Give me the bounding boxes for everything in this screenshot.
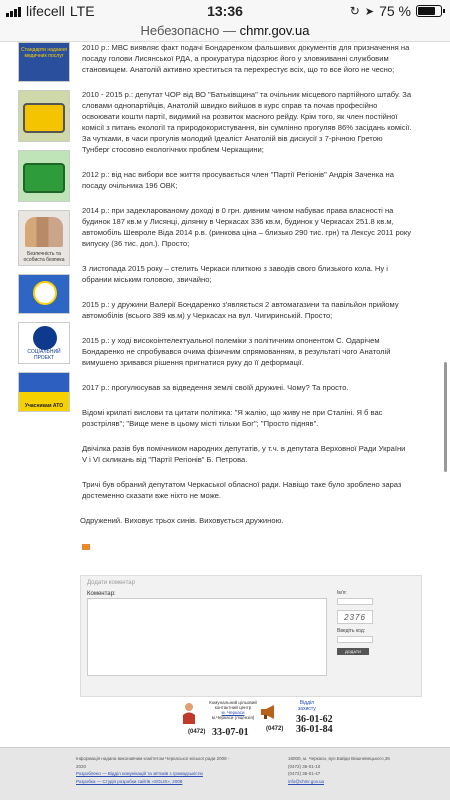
flag-icon: Учасникам АТО bbox=[24, 403, 64, 409]
article-paragraph: Тричі був обраний депутатом Черкаської о… bbox=[82, 480, 402, 500]
article-paragraph: 2015 р.: у ході високоінтелектуальної по… bbox=[82, 336, 391, 367]
url-bar[interactable]: Небезопасно — chmr.gov.ua bbox=[0, 22, 450, 42]
article-paragraph: 2010 р.: МВС виявляє факт подачі Бондаре… bbox=[82, 43, 410, 74]
sidebar-banner-medical[interactable]: Стандарти надання медичних послуг bbox=[18, 42, 70, 82]
article-paragraph: Двічілка разів був помічником народних д… bbox=[82, 444, 406, 464]
name-label: Ім'я: bbox=[337, 590, 347, 596]
comment-form: Додати коментар Коментар: Ім'я: 2376 Вве… bbox=[80, 575, 422, 697]
footer-phone: (0472) 36-01-47 bbox=[288, 771, 321, 776]
bus-icon bbox=[23, 103, 65, 133]
contact-center-label: Комунальний цільовий контактний центр м.… bbox=[209, 700, 257, 720]
captcha-input[interactable] bbox=[337, 636, 373, 643]
people-icon bbox=[25, 217, 63, 247]
social-emblem-icon bbox=[33, 326, 57, 350]
sidebar-banner-transport[interactable] bbox=[18, 90, 70, 142]
security-label: Небезопасно — bbox=[140, 23, 237, 38]
share-icon bbox=[82, 544, 90, 550]
location-icon: ➤ bbox=[364, 5, 375, 18]
article-paragraph: 2017 р.: прогулюсував за відведення земл… bbox=[82, 383, 349, 392]
share-widget[interactable] bbox=[82, 544, 90, 550]
sidebar-banner-emblem[interactable] bbox=[18, 274, 70, 314]
comment-form-side: Ім'я: 2376 Введіть код: ДОДАТИ bbox=[337, 590, 417, 655]
duty-office-numbers: 36-01-62 36-01-84 bbox=[296, 714, 333, 735]
footer-credits: Інформація надана виконавчим комітетом Ч… bbox=[76, 755, 236, 785]
rotation-lock-icon: ↻ bbox=[349, 4, 360, 18]
name-input[interactable] bbox=[337, 598, 373, 605]
sidebar-banner-social[interactable]: СОЦІАЛЬНИЙ ПРОЕКТ bbox=[18, 322, 70, 364]
duty-office-code: (0472) bbox=[266, 726, 284, 732]
url-host: chmr.gov.ua bbox=[239, 23, 310, 38]
footer-email-link[interactable]: info@chmr.gov.ua bbox=[288, 778, 428, 786]
footer-phone: (0472) 36-01-10 bbox=[288, 763, 321, 769]
contacts-block: Комунальний цільовий контактний центр м.… bbox=[178, 698, 378, 742]
battery-icon bbox=[416, 5, 445, 17]
footer-link[interactable]: Розроблено — Відділ комунікацій та зв'яз… bbox=[76, 770, 236, 778]
footer-contacts: 18000, м. Черкаси, вул.Байди Вишневецько… bbox=[288, 755, 428, 785]
green-bus-icon bbox=[23, 163, 65, 193]
article-paragraph: 2014 р.: при задекларованому доході в 0 … bbox=[82, 206, 412, 248]
sidebar-banners: Стандарти надання медичних послуг Безпеч… bbox=[18, 42, 70, 420]
person-icon bbox=[183, 703, 195, 724]
article-paragraph: 2015 р.: у дружини Валерії Бондаренко з'… bbox=[82, 300, 399, 320]
sidebar-banner-ato[interactable]: Учасникам АТО bbox=[18, 372, 70, 412]
page-content: Стандарти надання медичних послуг Безпеч… bbox=[0, 42, 450, 800]
comment-label: Коментар: bbox=[87, 591, 116, 597]
duty-office-label: Відділ захисту bbox=[298, 700, 316, 712]
battery-percent: 75 % bbox=[379, 3, 411, 19]
megaphone-icon bbox=[261, 705, 274, 719]
comment-textarea[interactable] bbox=[87, 598, 327, 676]
scrollbar[interactable] bbox=[444, 362, 447, 472]
article-signature: Одружений. Виховує трьох синів. Виховуєт… bbox=[80, 516, 284, 525]
submit-comment-button[interactable]: ДОДАТИ bbox=[337, 648, 369, 655]
article-body: 2010 р.: МВС виявляє факт подачі Бондаре… bbox=[80, 42, 412, 540]
sidebar-banner-caption: Безпечність та особиста безпека bbox=[23, 251, 65, 263]
contact-center-number: 33-07-01 bbox=[212, 727, 249, 738]
footer-link[interactable]: Розробка — Студія розробки сайтів «SOLIS… bbox=[76, 778, 236, 786]
comment-form-title: Додати коментар bbox=[87, 580, 135, 586]
article-paragraph: 2010 - 2015 р.: депутат ЧОР від ВО "Бать… bbox=[82, 90, 412, 154]
site-footer: Інформація надана виконавчим комітетом Ч… bbox=[0, 747, 450, 800]
article-paragraph: З листопада 2015 року – стелить Черкаси … bbox=[82, 264, 388, 284]
duty-office[interactable]: Відділ захисту (0472) 36-01-62 36-01-84 bbox=[258, 700, 378, 740]
article-paragraph: Відомі крилаті вислови та цитати політик… bbox=[82, 408, 383, 428]
footer-line: Інформація надана виконавчим комітетом Ч… bbox=[76, 756, 230, 769]
document-banner-icon: Стандарти надання медичних послуг bbox=[21, 47, 67, 59]
status-icons: ↻ ➤ 75 % bbox=[349, 3, 445, 19]
captcha-image: 2376 bbox=[337, 610, 373, 624]
status-bar: lifecell LTE 13:36 ↻ ➤ 75 % bbox=[0, 0, 450, 22]
sidebar-banner-safety[interactable]: Безпечність та особиста безпека bbox=[18, 210, 70, 266]
sidebar-banner-caption: СОЦІАЛЬНИЙ ПРОЕКТ bbox=[27, 349, 61, 361]
captcha-label: Введіть код: bbox=[337, 628, 366, 634]
article-paragraph: 2012 р.: від нас вибори все життя просув… bbox=[82, 170, 394, 190]
sidebar-banner-green-bus[interactable] bbox=[18, 150, 70, 202]
emblem-icon bbox=[33, 281, 57, 305]
contact-center-code: (0472) bbox=[188, 729, 206, 735]
footer-address: 18000, м. Черкаси, вул.Байди Вишневецько… bbox=[288, 756, 390, 761]
